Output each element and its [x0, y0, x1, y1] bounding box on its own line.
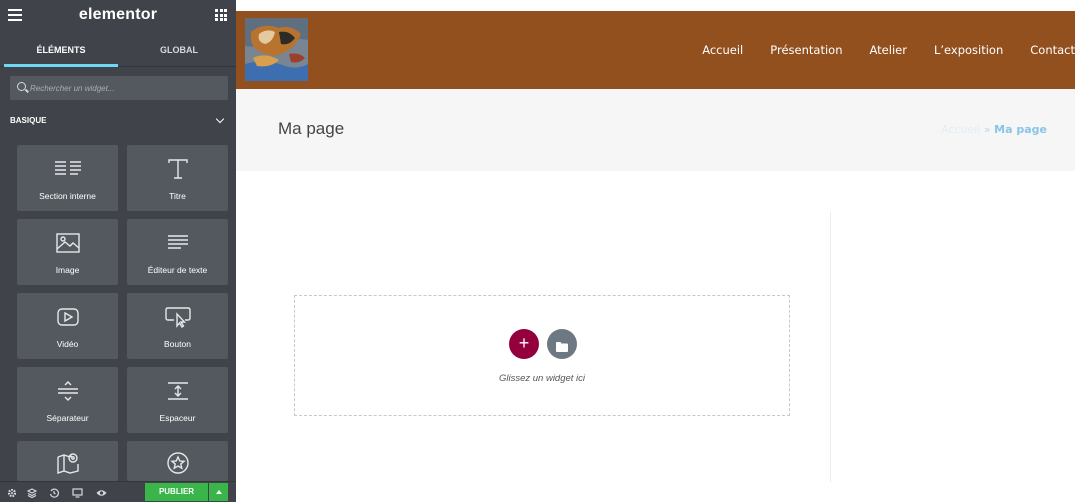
widget-icon[interactable] — [127, 441, 228, 481]
divider-icon — [17, 378, 118, 404]
text-editor-icon — [127, 230, 228, 256]
widgets-grid-icon[interactable] — [215, 9, 227, 21]
add-template-button[interactable] — [547, 329, 577, 359]
widget-titre[interactable]: Titre — [127, 145, 228, 211]
search-icon — [17, 82, 26, 91]
widget-label: Espaceur — [159, 413, 196, 423]
widget-espaceur[interactable]: Espaceur — [127, 367, 228, 433]
elementor-logo: elementor — [78, 6, 158, 23]
widget-google-maps[interactable] — [17, 441, 118, 481]
widget-label: Vidéo — [56, 339, 79, 349]
widget-label: Section interne — [39, 191, 96, 201]
panel-tabs: ÉLÉMENTS GLOBAL — [0, 34, 236, 67]
widget-bouton[interactable]: Bouton — [127, 293, 228, 359]
widget-editeur-de-texte[interactable]: Éditeur de texte — [127, 219, 228, 285]
elementor-panel: elementor ÉLÉMENTS GLOBAL BASIQUE — [0, 0, 236, 502]
preview-top-strip — [236, 0, 1075, 11]
breadcrumb-separator: » — [983, 123, 991, 136]
tab-elements[interactable]: ÉLÉMENTS — [4, 34, 118, 67]
site-header: Accueil Présentation Atelier L’expositio… — [236, 11, 1075, 89]
panel-header: elementor — [0, 0, 236, 34]
heading-icon — [127, 156, 228, 182]
elementor-editor: elementor ÉLÉMENTS GLOBAL BASIQUE — [0, 0, 1075, 502]
image-icon — [17, 230, 118, 256]
drop-zone-hint: Glissez un widget ici — [498, 373, 586, 384]
category-basique[interactable]: BASIQUE — [10, 113, 228, 129]
breadcrumb: Accueil » Ma page — [941, 123, 1047, 136]
preview-icon[interactable] — [96, 487, 107, 498]
widget-label: Image — [55, 265, 80, 275]
breadcrumb-home-link[interactable]: Accueil — [941, 123, 980, 136]
map-icon — [17, 450, 118, 476]
tab-global[interactable]: GLOBAL — [122, 34, 236, 67]
widget-separateur[interactable]: Séparateur — [17, 367, 118, 433]
widget-image[interactable]: Image — [17, 219, 118, 285]
nav-item-presentation[interactable]: Présentation — [770, 43, 842, 57]
video-icon — [17, 304, 118, 330]
history-icon[interactable] — [48, 487, 59, 498]
nav-item-exposition[interactable]: L’exposition — [934, 43, 1003, 57]
navigator-icon[interactable] — [26, 487, 37, 498]
widget-section-interne[interactable]: Section interne — [17, 145, 118, 211]
button-icon — [127, 304, 228, 330]
nav-item-atelier[interactable]: Atelier — [870, 43, 907, 57]
add-section-button[interactable]: + — [509, 329, 539, 359]
widget-label: Éditeur de texte — [147, 265, 208, 275]
category-label: BASIQUE — [10, 116, 47, 125]
sidebar-divider — [830, 212, 831, 482]
nav-item-contact[interactable]: Contact — [1030, 43, 1075, 57]
publish-button[interactable]: PUBLIER — [145, 483, 208, 501]
folder-icon — [556, 339, 568, 357]
widget-label: Bouton — [164, 339, 191, 349]
page-title-bar: Ma page Accueil » Ma page — [236, 89, 1075, 171]
panel-footer: PUBLIER — [0, 481, 236, 502]
site-logo[interactable] — [245, 18, 308, 81]
breadcrumb-current: Ma page — [994, 123, 1047, 136]
star-icon — [127, 450, 228, 476]
widget-drop-zone[interactable]: + Glissez un widget ici — [294, 295, 790, 416]
columns-icon — [17, 156, 118, 182]
chevron-down-icon — [215, 114, 225, 124]
widget-label: Séparateur — [46, 413, 89, 423]
page-title: Ma page — [278, 119, 345, 138]
widget-search — [10, 76, 228, 100]
nav-item-accueil[interactable]: Accueil — [702, 43, 743, 57]
publish-options-button[interactable] — [209, 483, 228, 501]
page-preview: Accueil Présentation Atelier L’expositio… — [236, 0, 1075, 502]
widget-video[interactable]: Vidéo — [17, 293, 118, 359]
widget-label: Titre — [169, 191, 186, 201]
spacer-icon — [127, 378, 228, 404]
responsive-icon[interactable] — [72, 487, 83, 498]
search-input[interactable] — [30, 76, 220, 100]
settings-icon[interactable] — [6, 487, 17, 498]
main-navigation: Accueil Présentation Atelier L’expositio… — [675, 11, 1075, 89]
